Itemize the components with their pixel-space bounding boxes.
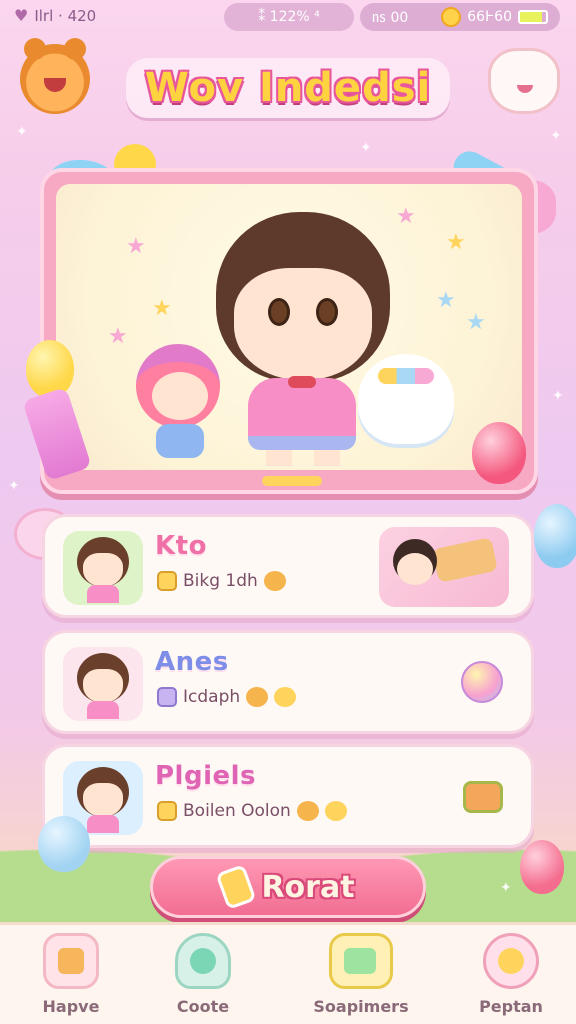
card-subtitle-row: Bikg 1dh — [157, 571, 286, 591]
avatar — [63, 647, 143, 721]
avatar — [63, 531, 143, 605]
cake-icon — [43, 933, 99, 989]
pink-balloon-icon — [472, 422, 526, 484]
tag-icon[interactable] — [463, 781, 503, 813]
nav-label: Peptan — [479, 997, 543, 1016]
blue-balloon-icon — [534, 504, 576, 568]
heart-icon: ♥ — [14, 6, 29, 25]
bear-mascot-icon[interactable] — [20, 38, 90, 114]
girl-face — [152, 372, 208, 420]
bow-icon — [288, 376, 316, 388]
card-name: Kto — [155, 531, 207, 561]
sparkle-icon: ✦ — [16, 124, 28, 140]
title-banner: Wov Indedsi — [126, 58, 450, 118]
girl-body — [156, 424, 204, 458]
sparkle-icon: ✦ — [500, 880, 512, 896]
card-name: Plgiels — [155, 761, 257, 791]
character-card[interactable]: Kto Bikg 1dh — [42, 514, 534, 618]
status-left: ♥ Ilrl · 420 — [14, 6, 96, 25]
badge-icon — [157, 801, 177, 821]
nav-item-soapimers[interactable]: Soapimers — [296, 933, 426, 1023]
bottom-nav: Hapve Coote Soapimers Peptan — [0, 922, 576, 1024]
card-subtitle: Bikg 1dh — [183, 571, 258, 591]
chick-icon — [274, 687, 297, 707]
nav-label: Coote — [176, 997, 230, 1016]
bell-icon — [175, 933, 231, 989]
lollipop-icon — [483, 933, 539, 989]
nav-item-peptan[interactable]: Peptan — [446, 933, 576, 1023]
status-pill-right: ㎱ 00 66Ͱ60 — [360, 3, 560, 31]
star-icon: ★ — [108, 324, 128, 349]
nav-label: Hapve — [42, 997, 100, 1016]
popsicle-icon — [215, 864, 258, 910]
page-title: Wov Indedsi — [144, 65, 432, 111]
status-right-text: ㎱ 00 — [372, 10, 409, 26]
badge-icon — [157, 571, 177, 591]
star-icon: ★ — [126, 234, 146, 259]
status-bar: ♥ Ilrl · 420 ⁑ 122% ⁴ ㎱ 00 66Ͱ60 — [0, 0, 576, 36]
stage-screen: ★ ★ ★ ★ ★ ★ ★ — [56, 184, 522, 470]
main-character-legs — [266, 450, 340, 466]
character-stage[interactable]: ★ ★ ★ ★ ★ ★ ★ — [40, 168, 538, 494]
rorat-button[interactable]: Rorat — [150, 856, 426, 918]
card-subtitle: Icdaph — [183, 687, 241, 707]
status-pill-center: ⁑ 122% ⁴ — [224, 3, 354, 31]
bear-face-icon — [246, 687, 269, 707]
cookie-icon — [324, 801, 347, 821]
character-card[interactable]: Anes Icdaph — [42, 630, 534, 734]
star-icon: ★ — [466, 310, 486, 335]
pink-balloon-icon — [520, 840, 564, 894]
monitor-icon — [329, 933, 393, 989]
star-icon: ★ — [396, 204, 416, 229]
blue-balloon-icon — [38, 816, 90, 872]
sparkle-icon: ✦ — [550, 128, 562, 144]
character-card[interactable]: Plgiels Boilen Oolon — [42, 744, 534, 848]
star-icon: ★ — [152, 296, 172, 321]
balloon-icon[interactable] — [461, 661, 503, 703]
nav-label: Soapimers — [313, 997, 409, 1016]
battery-icon — [518, 10, 548, 24]
sparkle-icon: ✦ — [552, 388, 564, 404]
card-subtitle-row: Icdaph — [157, 687, 297, 707]
status-center-text: ⁑ 122% ⁴ — [258, 9, 320, 25]
plank-thumbnail-icon[interactable] — [379, 527, 509, 607]
card-subtitle-row: Boilen Oolon — [157, 801, 347, 821]
cloud-pet-character — [358, 354, 454, 444]
cupcake-icon — [296, 801, 319, 821]
sparkle-icon: ✦ — [360, 140, 372, 156]
coin-count: 66Ͱ60 — [467, 9, 512, 25]
coin-icon — [441, 7, 462, 27]
bunny-mascot-icon[interactable] — [488, 48, 560, 114]
star-icon: ★ — [446, 230, 466, 255]
action-label: Rorat — [261, 869, 355, 905]
nav-item-coote[interactable]: Coote — [138, 933, 268, 1023]
signal-text: Ilrl · 420 — [34, 6, 97, 25]
badge-icon — [157, 687, 177, 707]
sparkle-icon: ✦ — [8, 478, 20, 494]
cookie-icon — [263, 571, 286, 591]
main-character-body — [248, 378, 356, 450]
yellow-balloon-icon — [26, 340, 74, 398]
stage-handle — [262, 476, 322, 486]
coin-counter: 66Ͱ60 — [441, 7, 548, 27]
card-name: Anes — [155, 647, 229, 677]
nav-item-hapve[interactable]: Hapve — [6, 933, 136, 1023]
card-subtitle: Boilen Oolon — [183, 801, 291, 821]
star-icon: ★ — [436, 288, 456, 313]
main-character-face — [234, 268, 372, 380]
